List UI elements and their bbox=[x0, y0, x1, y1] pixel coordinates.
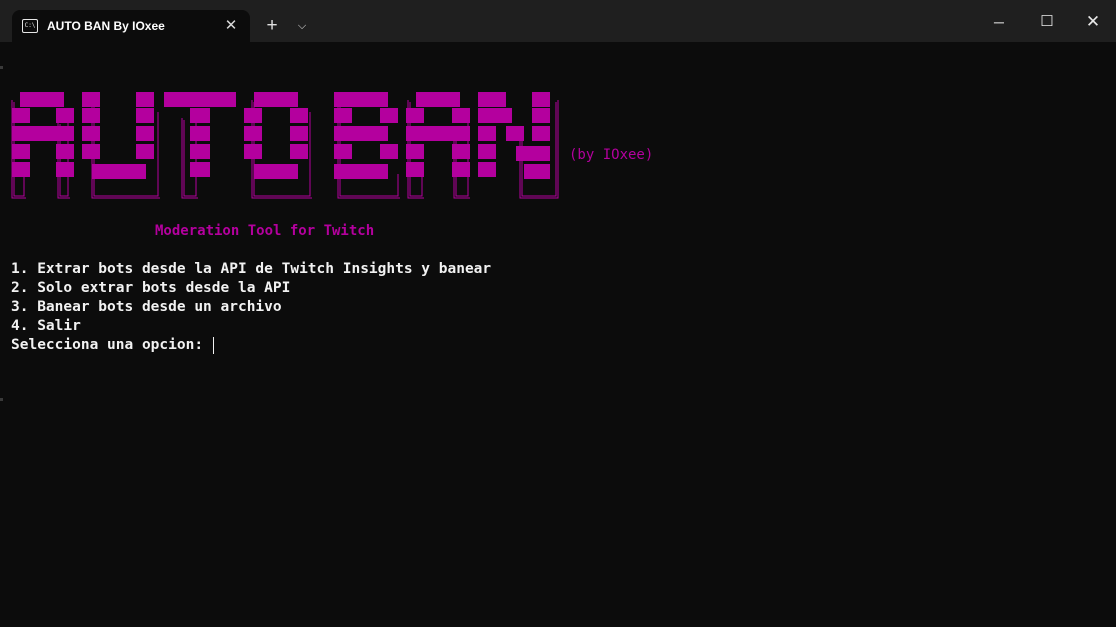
menu-option: 3. Banear bots desde un archivo bbox=[11, 299, 282, 315]
terminal-icon: C:\ bbox=[22, 19, 38, 33]
menu-list: 1. Extrar bots desde la API de Twitch In… bbox=[11, 260, 491, 355]
edge-mark bbox=[0, 398, 3, 401]
close-tab-icon[interactable]: ✕ bbox=[219, 14, 243, 38]
prompt-text: Selecciona una opcion: bbox=[11, 337, 212, 353]
byline: (by IOxee) bbox=[569, 147, 654, 163]
new-tab-icon[interactable]: + bbox=[259, 13, 285, 39]
edge-mark bbox=[0, 66, 3, 69]
tab-title: AUTO BAN By IOxee bbox=[47, 19, 165, 33]
menu-option: 1. Extrar bots desde la API de Twitch In… bbox=[11, 261, 492, 277]
chevron-down-icon[interactable]: ⌵ bbox=[290, 13, 314, 39]
menu-option: 4. Salir bbox=[11, 318, 81, 334]
text-cursor[interactable] bbox=[212, 336, 214, 354]
menu-option: 2. Solo extrar bots desde la API bbox=[11, 280, 291, 296]
subtitle: Moderation Tool for Twitch bbox=[155, 223, 375, 239]
terminal-tab[interactable]: C:\ AUTO BAN By IOxee ✕ bbox=[12, 10, 250, 42]
ascii-logo bbox=[11, 92, 559, 199]
title-bar: C:\ AUTO BAN By IOxee ✕ + ⌵ ─ ☐ ✕ bbox=[0, 0, 1116, 42]
close-window-icon[interactable]: ✕ bbox=[1070, 0, 1116, 42]
logo-blocks bbox=[12, 92, 550, 179]
maximize-icon[interactable]: ☐ bbox=[1024, 0, 1070, 42]
minimize-icon[interactable]: ─ bbox=[976, 0, 1022, 42]
prompt-line[interactable]: Selecciona una opcion: bbox=[11, 336, 491, 355]
